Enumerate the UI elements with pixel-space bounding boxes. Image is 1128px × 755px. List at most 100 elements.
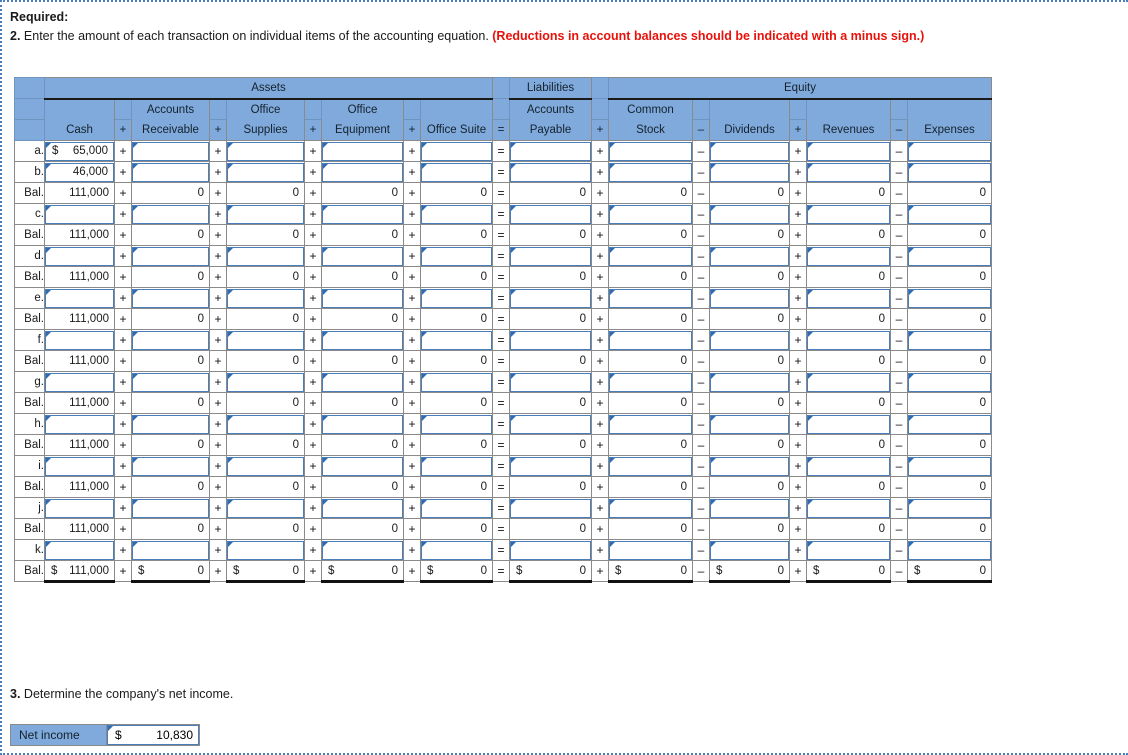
cell-stock[interactable] bbox=[608, 203, 693, 225]
cell-input[interactable] bbox=[322, 288, 403, 308]
cell-expenses[interactable] bbox=[907, 371, 992, 393]
cell-dividends[interactable] bbox=[709, 497, 790, 519]
cell-input[interactable] bbox=[807, 204, 890, 224]
cell-expenses[interactable] bbox=[907, 413, 992, 435]
cell-input[interactable] bbox=[421, 246, 492, 266]
cell-revenues[interactable] bbox=[806, 329, 891, 351]
cell-cash[interactable] bbox=[44, 245, 115, 267]
cell-input[interactable] bbox=[227, 498, 304, 518]
cell-input[interactable] bbox=[609, 372, 692, 392]
cell-cash[interactable]: $65,000 bbox=[44, 140, 115, 162]
cell-input[interactable] bbox=[421, 141, 492, 161]
cell-payable[interactable] bbox=[509, 455, 592, 477]
cell-receivable[interactable] bbox=[131, 203, 210, 225]
cell-supplies[interactable] bbox=[226, 497, 305, 519]
cell-expenses[interactable] bbox=[907, 329, 992, 351]
cell-input[interactable] bbox=[227, 288, 304, 308]
cell-supplies[interactable] bbox=[226, 245, 305, 267]
cell-dividends[interactable] bbox=[709, 140, 790, 162]
cell-input[interactable] bbox=[132, 414, 209, 434]
cell-input[interactable] bbox=[510, 288, 591, 308]
cell-input[interactable] bbox=[510, 414, 591, 434]
cell-supplies[interactable] bbox=[226, 287, 305, 309]
cell-input[interactable] bbox=[322, 141, 403, 161]
cell-stock[interactable] bbox=[608, 539, 693, 561]
cell-stock[interactable] bbox=[608, 287, 693, 309]
cell-input[interactable] bbox=[132, 498, 209, 518]
cell-input[interactable] bbox=[421, 414, 492, 434]
cell-input[interactable] bbox=[609, 246, 692, 266]
cell-cash[interactable] bbox=[44, 413, 115, 435]
cell-input[interactable] bbox=[807, 456, 890, 476]
cell-office-suite[interactable] bbox=[420, 539, 493, 561]
cell-input[interactable] bbox=[510, 456, 591, 476]
cell-dividends[interactable] bbox=[709, 455, 790, 477]
cell-input[interactable] bbox=[908, 204, 991, 224]
cell-stock[interactable] bbox=[608, 140, 693, 162]
cell-office-suite[interactable] bbox=[420, 371, 493, 393]
cell-office-suite[interactable] bbox=[420, 413, 493, 435]
cell-input[interactable] bbox=[609, 498, 692, 518]
cell-receivable[interactable] bbox=[131, 413, 210, 435]
cell-input[interactable] bbox=[421, 540, 492, 560]
cell-stock[interactable] bbox=[608, 413, 693, 435]
cell-input[interactable] bbox=[45, 498, 114, 518]
cell-supplies[interactable] bbox=[226, 371, 305, 393]
cell-input[interactable] bbox=[710, 288, 789, 308]
cell-dividends[interactable] bbox=[709, 329, 790, 351]
cell-stock[interactable] bbox=[608, 371, 693, 393]
cell-office-suite[interactable] bbox=[420, 287, 493, 309]
cell-input[interactable] bbox=[322, 162, 403, 182]
cell-revenues[interactable] bbox=[806, 287, 891, 309]
cell-receivable[interactable] bbox=[131, 455, 210, 477]
cell-input[interactable] bbox=[132, 162, 209, 182]
cell-office-suite[interactable] bbox=[420, 161, 493, 183]
cell-input[interactable]: 46,000 bbox=[45, 162, 114, 182]
cell-input[interactable] bbox=[322, 246, 403, 266]
cell-input[interactable] bbox=[421, 456, 492, 476]
cell-supplies[interactable] bbox=[226, 329, 305, 351]
cell-input[interactable] bbox=[807, 246, 890, 266]
cell-input[interactable] bbox=[322, 330, 403, 350]
cell-input[interactable] bbox=[609, 330, 692, 350]
cell-input[interactable] bbox=[609, 540, 692, 560]
cell-expenses[interactable] bbox=[907, 539, 992, 561]
cell-equipment[interactable] bbox=[321, 539, 404, 561]
cell-input[interactable] bbox=[710, 162, 789, 182]
cell-input[interactable] bbox=[45, 288, 114, 308]
cell-payable[interactable] bbox=[509, 161, 592, 183]
cell-input[interactable] bbox=[45, 330, 114, 350]
cell-input[interactable] bbox=[132, 204, 209, 224]
cell-receivable[interactable] bbox=[131, 140, 210, 162]
cell-office-suite[interactable] bbox=[420, 455, 493, 477]
cell-input[interactable] bbox=[710, 330, 789, 350]
cell-input[interactable] bbox=[227, 162, 304, 182]
cell-input[interactable] bbox=[510, 372, 591, 392]
cell-payable[interactable] bbox=[509, 140, 592, 162]
cell-input[interactable] bbox=[908, 414, 991, 434]
cell-dividends[interactable] bbox=[709, 161, 790, 183]
cell-equipment[interactable] bbox=[321, 455, 404, 477]
cell-revenues[interactable] bbox=[806, 371, 891, 393]
cell-input[interactable] bbox=[132, 288, 209, 308]
cell-expenses[interactable] bbox=[907, 161, 992, 183]
cell-input[interactable] bbox=[421, 162, 492, 182]
cell-input[interactable] bbox=[710, 141, 789, 161]
cell-equipment[interactable] bbox=[321, 161, 404, 183]
cell-input[interactable] bbox=[609, 414, 692, 434]
cell-input[interactable] bbox=[132, 540, 209, 560]
cell-dividends[interactable] bbox=[709, 245, 790, 267]
cell-receivable[interactable] bbox=[131, 161, 210, 183]
cell-payable[interactable] bbox=[509, 287, 592, 309]
cell-input[interactable]: $65,000 bbox=[45, 141, 114, 161]
cell-input[interactable] bbox=[609, 162, 692, 182]
cell-equipment[interactable] bbox=[321, 140, 404, 162]
cell-office-suite[interactable] bbox=[420, 245, 493, 267]
cell-payable[interactable] bbox=[509, 245, 592, 267]
cell-input[interactable] bbox=[322, 498, 403, 518]
net-income-input[interactable]: $ 10,830 bbox=[107, 725, 199, 745]
cell-input[interactable] bbox=[609, 141, 692, 161]
cell-office-suite[interactable] bbox=[420, 329, 493, 351]
cell-input[interactable] bbox=[807, 372, 890, 392]
cell-input[interactable] bbox=[908, 456, 991, 476]
